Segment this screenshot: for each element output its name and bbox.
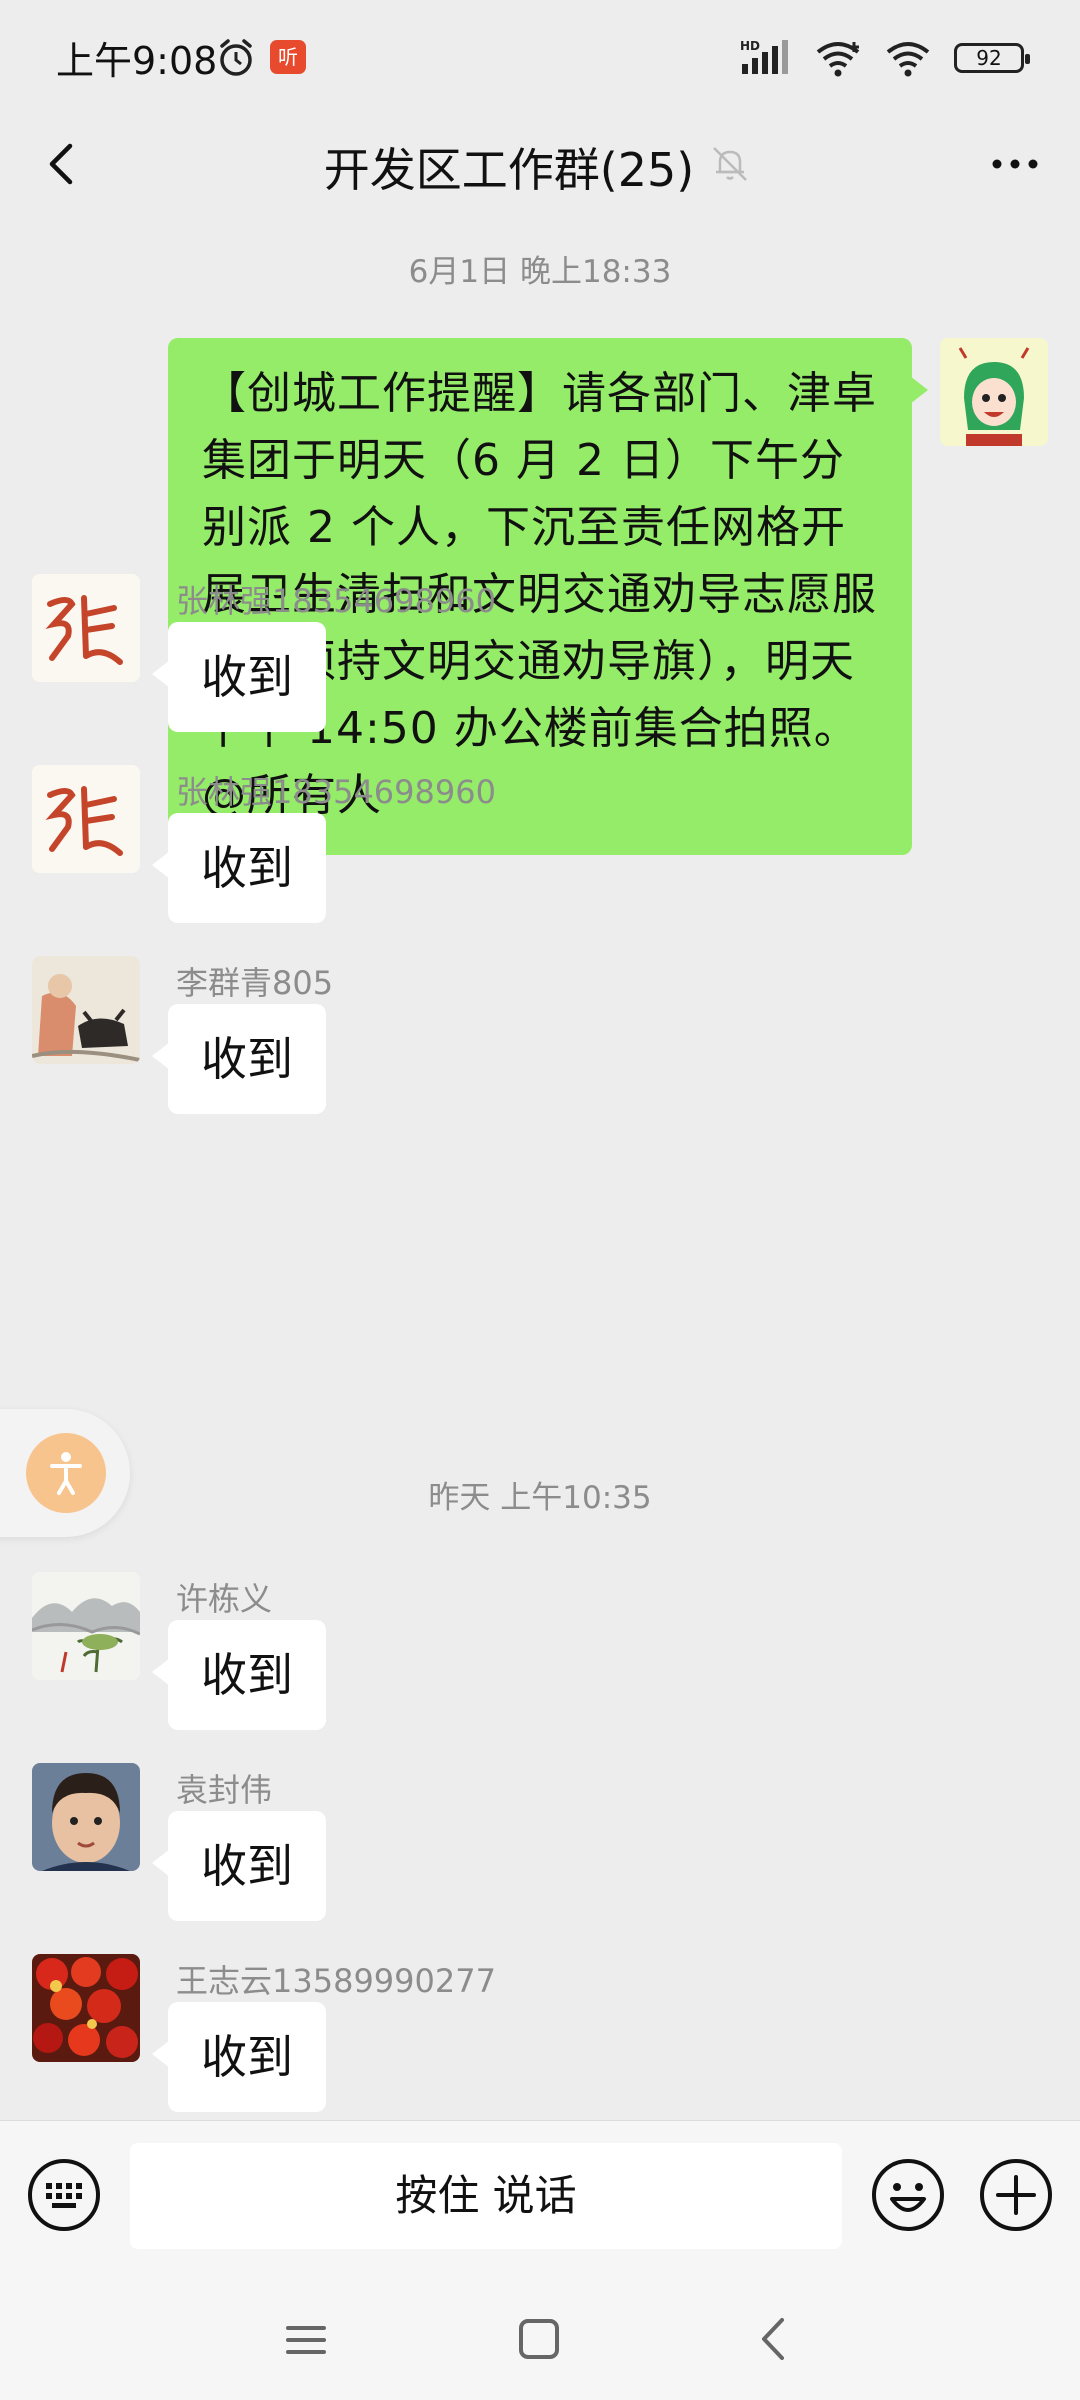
my-avatar[interactable] [940,338,1048,446]
system-nav-bar [0,2290,1080,2400]
list-item: 张林强18354698960 收到 [0,765,1080,955]
avatar[interactable] [32,956,140,1064]
avatar[interactable] [32,1763,140,1871]
wifi-icon [816,42,860,77]
message-bubble[interactable]: 收到 [152,813,326,923]
list-item: 王志云13589990277 收到 [0,1954,1080,2144]
alarm-icon [220,39,252,76]
chat-message-list[interactable]: 6月1日 晚上18:33 【创城工作提醒】请各部门、津卓集团于明天（6 月 2 … [0,216,1080,2120]
sender-name: 张林强18354698960 [176,773,496,811]
message-input-bar: 按住 说话 [0,2120,1080,2290]
plus-icon[interactable] [978,2157,1054,2233]
more-icon[interactable] [980,132,1050,196]
sender-name: 袁封伟 [176,1771,273,1809]
sender-name: 李群青805 [176,964,334,1002]
sender-name: 王志云13589990277 [176,1962,496,2000]
nav-home-icon[interactable] [516,2316,562,2362]
status-bar: 上午9:08 听 HD 92 [0,0,1080,112]
list-item: 张林强18354698960 收到 [0,574,1080,764]
avatar[interactable] [32,1572,140,1680]
battery-icon: 92 [954,43,1030,73]
avatar[interactable] [32,765,140,873]
list-item: 许栋义 收到 [0,1572,1080,1762]
timestamp: 6月1日 晚上18:33 [408,254,672,290]
message-bubble[interactable]: 收到 [152,2002,326,2112]
emoji-icon[interactable] [870,2157,946,2233]
mute-icon [713,147,747,181]
hold-to-talk-button[interactable]: 按住 说话 [130,2143,842,2249]
list-item: 李群青805 收到 [0,956,1080,1146]
keyboard-icon[interactable] [26,2157,102,2233]
avatar[interactable] [32,574,140,682]
message-bubble[interactable]: 收到 [152,1620,326,1730]
avatar[interactable] [32,1954,140,2062]
signal-icon: HD [740,39,788,74]
wifi-icon-secondary [886,42,930,77]
sender-name: 张林强18354698960 [176,582,496,620]
status-time: 上午9:08 [56,39,218,83]
timestamp: 昨天 上午10:35 [428,1480,652,1516]
message-bubble[interactable]: 收到 [152,1004,326,1114]
nav-back-icon[interactable] [752,2314,796,2364]
list-item: 袁封伟 收到 [0,1763,1080,1953]
network-label: HD [740,39,760,53]
chat-header: 开发区工作群(25) [0,112,1080,216]
app-notification-badge: 听 [270,40,306,74]
sender-name: 许栋义 [176,1580,273,1618]
status-icons: HD 92 [740,36,1030,80]
nav-menu-icon[interactable] [284,2318,328,2362]
chat-title: 开发区工作群(25) [323,143,695,197]
message-bubble[interactable]: 收到 [152,622,326,732]
message-bubble[interactable]: 收到 [152,1811,326,1921]
